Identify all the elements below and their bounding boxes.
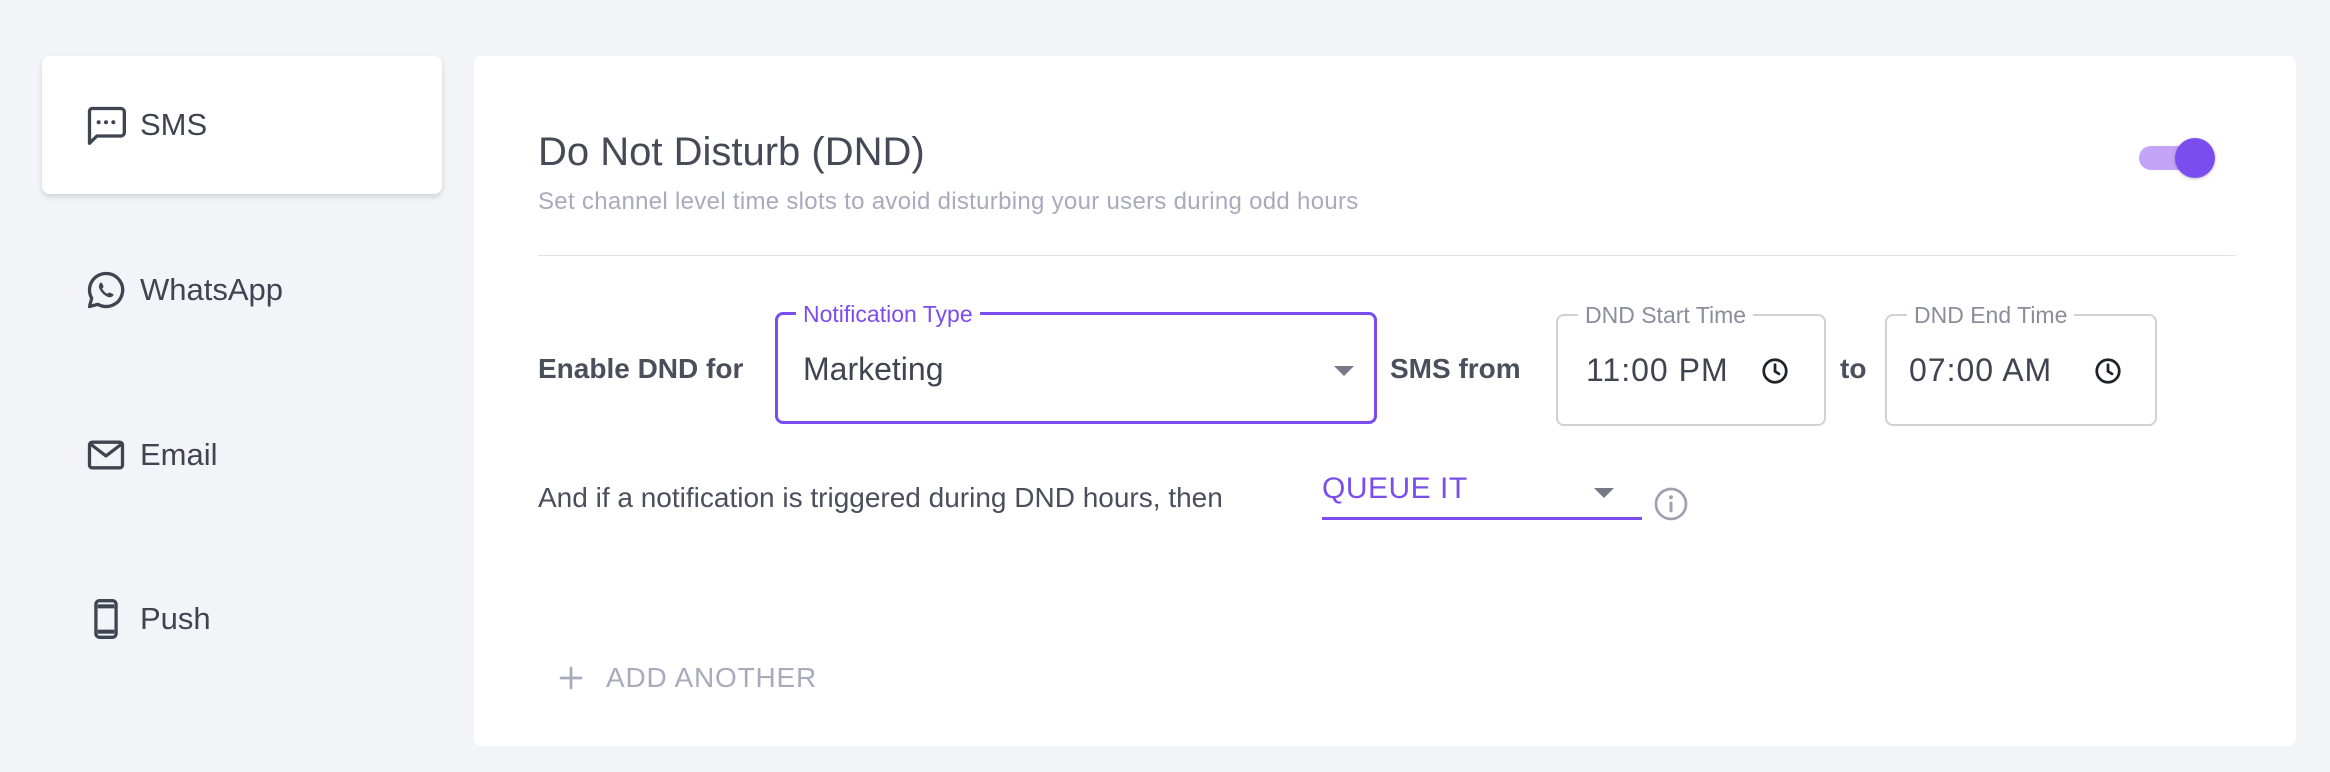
sms-from-label: SMS from — [1390, 353, 1521, 384]
dnd-toggle[interactable] — [2139, 138, 2215, 178]
email-icon — [84, 433, 128, 477]
sidebar-item-sms[interactable]: SMS — [42, 56, 442, 194]
dnd-action-select[interactable]: QUEUE IT — [1322, 468, 1642, 520]
dnd-trigger-label: And if a notification is triggered durin… — [538, 482, 1223, 513]
dnd-start-time-input[interactable]: DND Start Time 11:00 PM — [1556, 302, 1826, 426]
chevron-down-icon — [1594, 488, 1614, 498]
clock-icon[interactable] — [1760, 356, 1790, 386]
end-time-legend: DND End Time — [1907, 302, 2075, 329]
to-label: to — [1840, 353, 1867, 384]
chevron-down-icon — [1334, 366, 1354, 376]
sidebar-item-whatsapp[interactable]: WhatsApp — [42, 221, 442, 359]
toggle-thumb — [2175, 138, 2215, 178]
add-another-label: ADD ANOTHER — [606, 662, 818, 693]
sidebar-item-push[interactable]: Push — [42, 550, 442, 688]
push-icon — [84, 597, 128, 641]
notification-type-legend: Notification Type — [796, 301, 980, 328]
info-icon[interactable] — [1653, 486, 1689, 522]
start-time-value: 11:00 PM — [1586, 352, 1729, 388]
clock-icon[interactable] — [2093, 356, 2123, 386]
dnd-end-time-input[interactable]: DND End Time 07:00 AM — [1885, 302, 2157, 426]
enable-dnd-label: Enable DND for — [538, 353, 744, 384]
sidebar-item-email[interactable]: Email — [42, 386, 442, 524]
start-time-legend: DND Start Time — [1578, 302, 1754, 329]
plus-icon — [559, 666, 583, 690]
sms-icon — [84, 103, 128, 147]
sidebar-item-label: WhatsApp — [140, 272, 284, 307]
divider — [538, 255, 2236, 256]
section-title: Do Not Disturb (DND) — [538, 130, 925, 174]
sidebar-item-label: Email — [140, 437, 218, 472]
notification-type-value: Marketing — [803, 351, 944, 387]
notification-type-select[interactable]: Notification Type Marketing — [775, 301, 1377, 424]
whatsapp-icon — [84, 268, 128, 312]
dnd-settings-card: Do Not Disturb (DND) Set channel level t… — [474, 56, 2296, 746]
dnd-action-value: QUEUE IT — [1322, 472, 1468, 505]
sidebar-item-label: Push — [140, 601, 211, 636]
section-subtitle: Set channel level time slots to avoid di… — [538, 188, 1359, 215]
end-time-value: 07:00 AM — [1909, 352, 2053, 388]
add-another-button[interactable]: ADD ANOTHER — [556, 662, 817, 694]
sidebar-item-label: SMS — [140, 107, 208, 142]
